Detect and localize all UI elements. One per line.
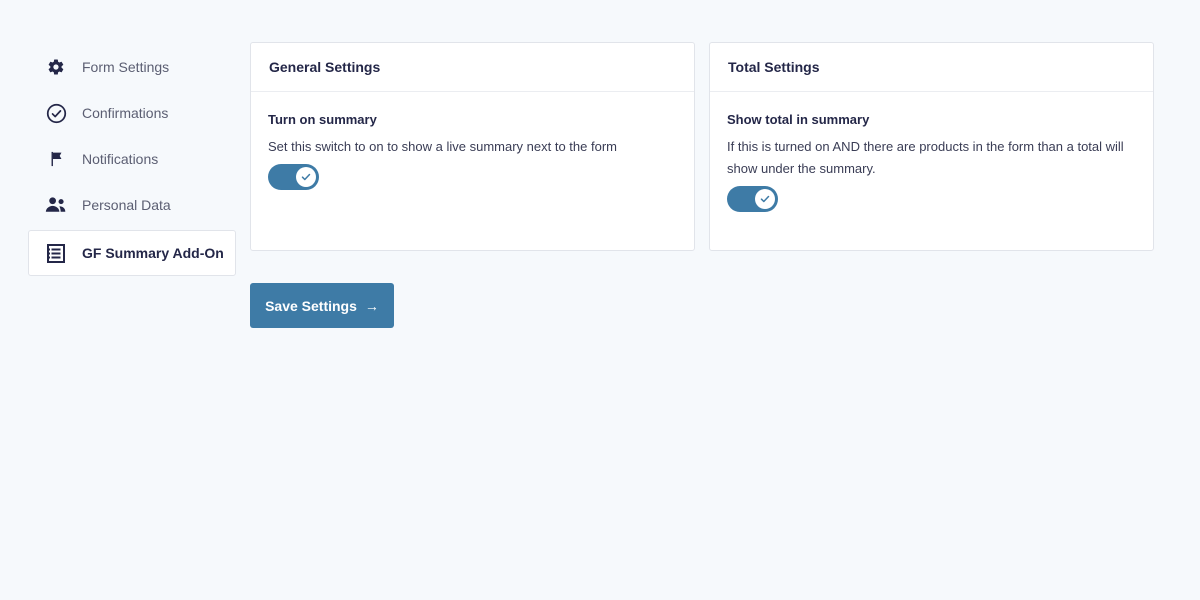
card-title: Total Settings xyxy=(710,43,1153,92)
sidebar-item-label: Confirmations xyxy=(82,105,169,121)
sidebar-item-confirmations[interactable]: Confirmations xyxy=(28,90,236,136)
list-icon xyxy=(44,241,68,265)
sidebar-item-label: Form Settings xyxy=(82,59,170,75)
sidebar-item-label: Notifications xyxy=(82,151,159,167)
turn-on-summary-description: Set this switch to on to show a live sum… xyxy=(268,139,617,154)
arrow-right-icon: → xyxy=(364,297,379,314)
card-title: General Settings xyxy=(251,43,694,92)
turn-on-summary-label: Turn on summary xyxy=(268,112,377,127)
sidebar-item-form-settings[interactable]: Form Settings xyxy=(28,44,236,90)
sidebar-item-label: GF Summary Add-On xyxy=(82,245,224,261)
sidebar-item-notifications[interactable]: Notifications xyxy=(28,136,236,182)
gear-icon xyxy=(44,55,68,79)
settings-sidebar: Form Settings Confirmations Notification… xyxy=(28,44,236,276)
sidebar-item-gf-summary-add-on[interactable]: GF Summary Add-On xyxy=(28,230,236,276)
save-settings-label: Save Settings xyxy=(265,297,357,314)
users-icon xyxy=(44,193,68,217)
save-settings-button[interactable]: Save Settings → xyxy=(250,283,394,328)
general-settings-card: General Settings Turn on summary Set thi… xyxy=(250,42,695,251)
flag-icon xyxy=(44,147,68,171)
total-settings-card: Total Settings Show total in summary If … xyxy=(709,42,1154,251)
show-total-toggle[interactable] xyxy=(727,186,778,212)
check-icon xyxy=(296,167,316,187)
show-total-label: Show total in summary xyxy=(727,112,870,127)
sidebar-item-label: Personal Data xyxy=(82,197,171,213)
sidebar-item-personal-data[interactable]: Personal Data xyxy=(28,182,236,228)
check-circle-icon xyxy=(44,101,68,125)
turn-on-summary-toggle[interactable] xyxy=(268,164,319,190)
check-icon xyxy=(755,189,775,209)
show-total-description: If this is turned on AND there are produ… xyxy=(727,139,1124,176)
